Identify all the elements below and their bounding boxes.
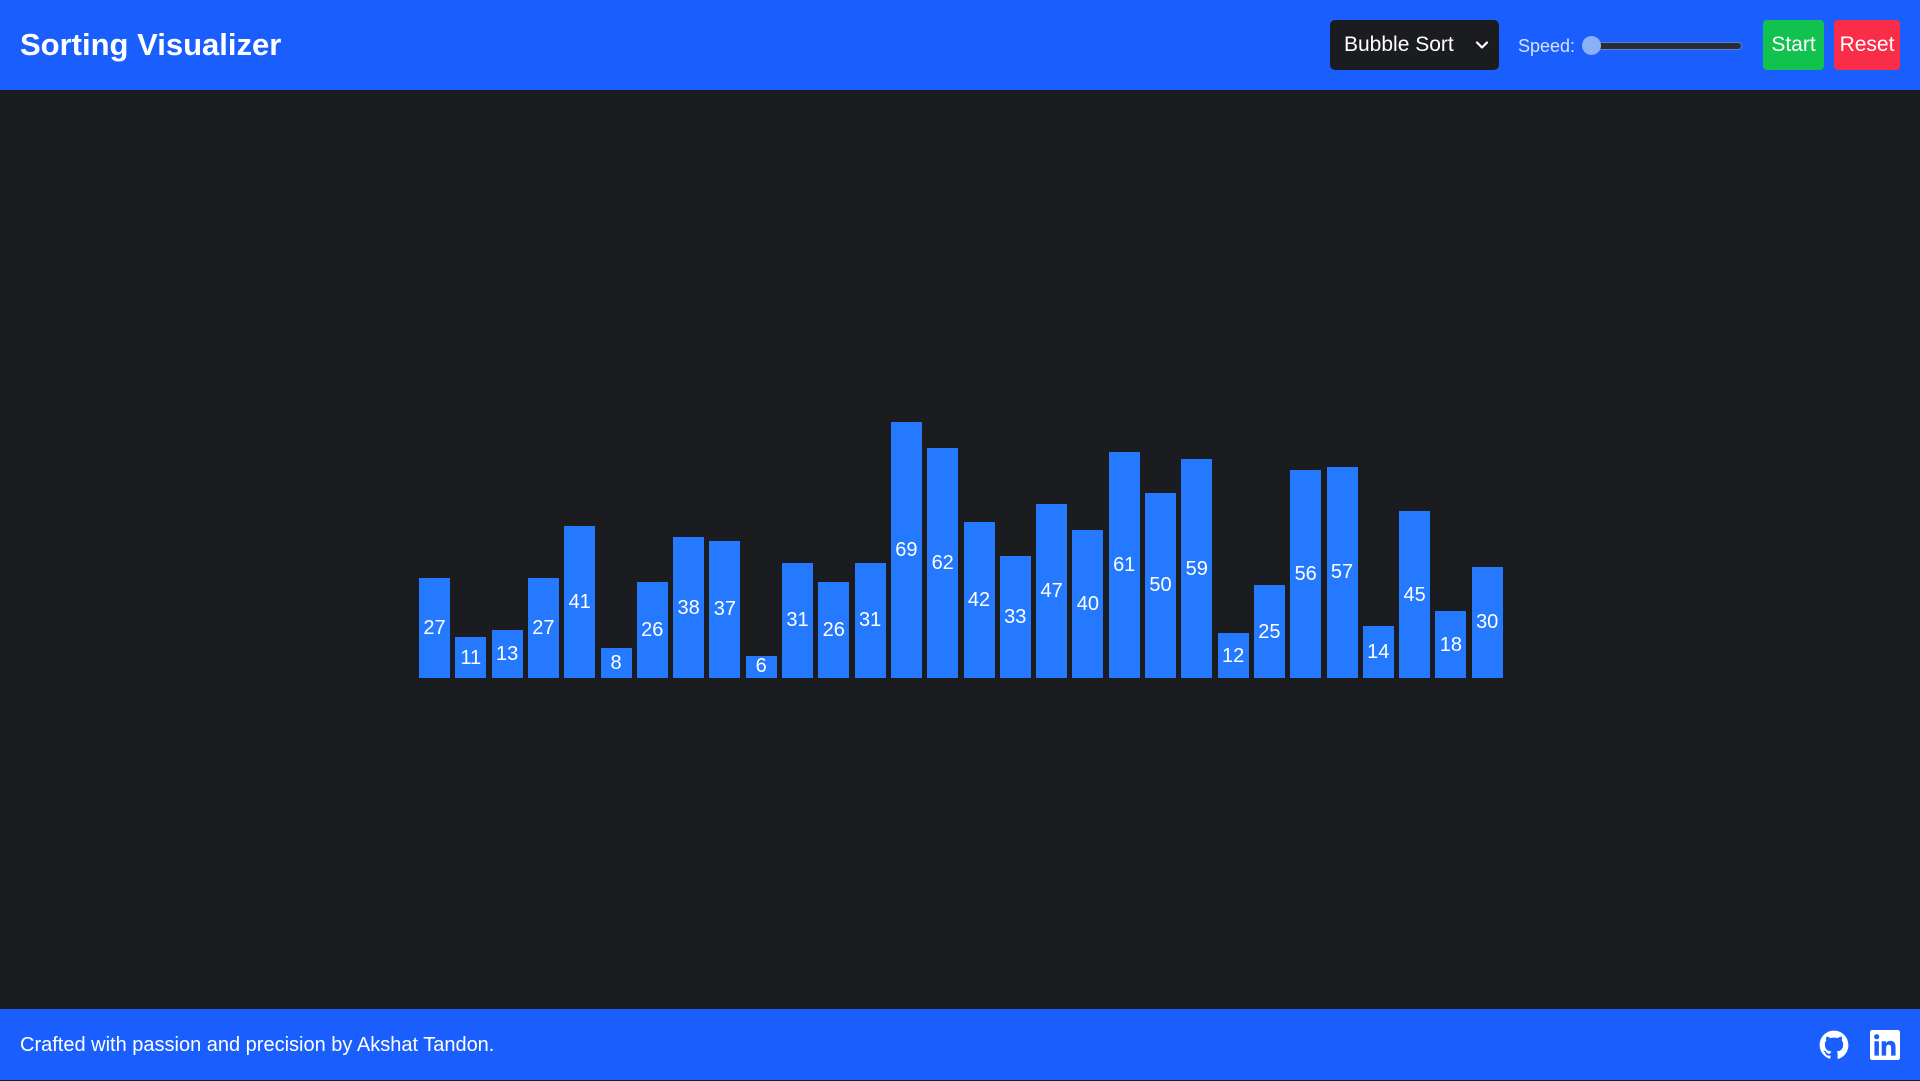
bar-value-label: 41 xyxy=(568,590,591,613)
reset-button[interactable]: Reset xyxy=(1834,20,1900,70)
bar-value-label: 57 xyxy=(1330,561,1354,584)
navbar: Sorting Visualizer Bubble Sort Speed: St… xyxy=(0,0,1920,90)
bar-value-label: 42 xyxy=(967,589,991,612)
bar-value-label: 38 xyxy=(677,596,700,619)
footer: Crafted with passion and precision by Ak… xyxy=(0,1009,1920,1080)
bar-value-label: 62 xyxy=(931,551,954,574)
bar-value-label: 33 xyxy=(1004,605,1027,628)
algorithm-select[interactable]: Bubble Sort xyxy=(1330,20,1499,70)
linkedin-icon[interactable] xyxy=(1870,1030,1900,1060)
speed-slider[interactable] xyxy=(1582,36,1744,56)
start-button[interactable]: Start xyxy=(1763,20,1824,70)
bar-value-label: 40 xyxy=(1076,592,1100,615)
bar-value-label: 61 xyxy=(1113,553,1136,576)
bar-value-label: 8 xyxy=(610,652,622,675)
bar-value-label: 31 xyxy=(786,609,809,632)
bar-value-label: 45 xyxy=(1403,583,1426,606)
bar-value-label: 26 xyxy=(822,618,845,641)
bar-value-label: 18 xyxy=(1439,633,1463,656)
bar-value-label: 27 xyxy=(423,616,446,639)
bar-value-label: 12 xyxy=(1221,644,1245,667)
github-icon[interactable] xyxy=(1819,1030,1849,1060)
bar-value-label: 37 xyxy=(713,598,737,621)
bar-value-label: 27 xyxy=(532,616,555,639)
app-title: Sorting Visualizer xyxy=(20,27,282,62)
bar-value-label: 47 xyxy=(1040,579,1063,602)
bar-chart: 27 11 13 27 41 8 26 38 37 6 31 26 31 69 62 42 33 47 40 61 50… xyxy=(0,90,1920,1009)
speed-label: Speed: xyxy=(1518,36,1576,56)
speed-slider-track[interactable] xyxy=(1584,42,1742,50)
bar-value-label: 13 xyxy=(495,642,519,665)
visualizer-area: 27 11 13 27 41 8 26 38 37 6 31 26 31 69 62 42 33 47 40 61 50… xyxy=(0,90,1920,1009)
bar-value-label: 11 xyxy=(460,646,482,669)
speed-slider-thumb[interactable] xyxy=(1582,36,1601,55)
bar-value-label: 14 xyxy=(1367,641,1390,664)
bar-value-label: 56 xyxy=(1294,563,1317,586)
bar-value-label: 59 xyxy=(1185,557,1208,580)
algorithm-select-value: Bubble Sort xyxy=(1344,33,1454,56)
bar-value-label: 6 xyxy=(755,655,767,677)
footer-credit: Crafted with passion and precision by Ak… xyxy=(20,1034,495,1056)
bar-value-label: 50 xyxy=(1149,574,1172,597)
bar-value-label: 30 xyxy=(1476,611,1499,634)
chevron-down-icon xyxy=(1475,41,1489,49)
bar-value-label: 69 xyxy=(895,539,918,561)
bar-value-label: 31 xyxy=(858,609,882,632)
bar-value-label: 25 xyxy=(1258,620,1281,643)
bar-value-label: 26 xyxy=(641,618,664,641)
